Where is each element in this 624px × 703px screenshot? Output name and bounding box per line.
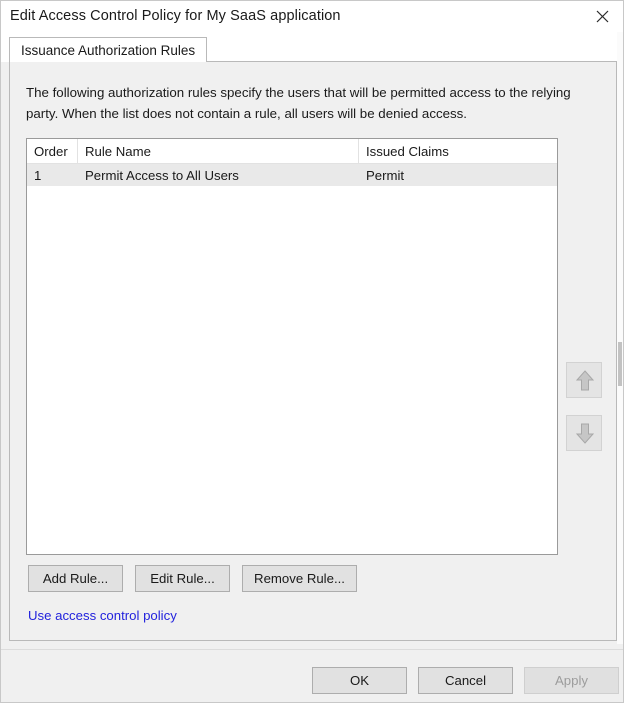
ok-button[interactable]: OK [312,667,407,694]
move-rule-up-button[interactable] [566,362,602,398]
rules-list-view[interactable]: Order Rule Name Issued Claims 1 Permit A… [26,138,558,555]
list-header-row: Order Rule Name Issued Claims [27,139,557,164]
tab-issuance-authorization-rules[interactable]: Issuance Authorization Rules [9,37,208,62]
window-title: Edit Access Control Policy for My SaaS a… [10,8,341,24]
table-row[interactable]: 1 Permit Access to All Users Permit [27,164,557,186]
title-bar: Edit Access Control Policy for My SaaS a… [1,1,623,32]
tab-strip: Issuance Authorization Rules [1,32,623,62]
move-rule-down-button[interactable] [566,415,602,451]
close-button[interactable] [580,1,623,32]
dialog-footer: OK Cancel Apply [1,650,623,702]
edit-access-control-policy-dialog: Edit Access Control Policy for My SaaS a… [0,0,624,703]
tab-content-panel: The following authorization rules specif… [9,61,617,641]
description-text: The following authorization rules specif… [26,85,571,121]
edit-rule-button[interactable]: Edit Rule... [135,565,230,592]
column-header-rule-name[interactable]: Rule Name [78,139,359,163]
tab-label: Issuance Authorization Rules [21,42,196,58]
column-header-issued-claims[interactable]: Issued Claims [359,139,557,163]
cancel-button[interactable]: Cancel [418,667,513,694]
use-access-control-policy-link[interactable]: Use access control policy [28,608,177,623]
window-scrollbar[interactable] [617,32,623,644]
cell-rule-name: Permit Access to All Users [85,167,239,183]
window-scrollbar-thumb[interactable] [618,342,622,386]
remove-rule-button[interactable]: Remove Rule... [242,565,357,592]
column-header-order[interactable]: Order [27,139,78,163]
cell-issued-claims: Permit [366,167,405,183]
apply-button[interactable]: Apply [524,667,619,694]
add-rule-button[interactable]: Add Rule... [28,565,123,592]
cell-order: 1 [34,167,42,183]
